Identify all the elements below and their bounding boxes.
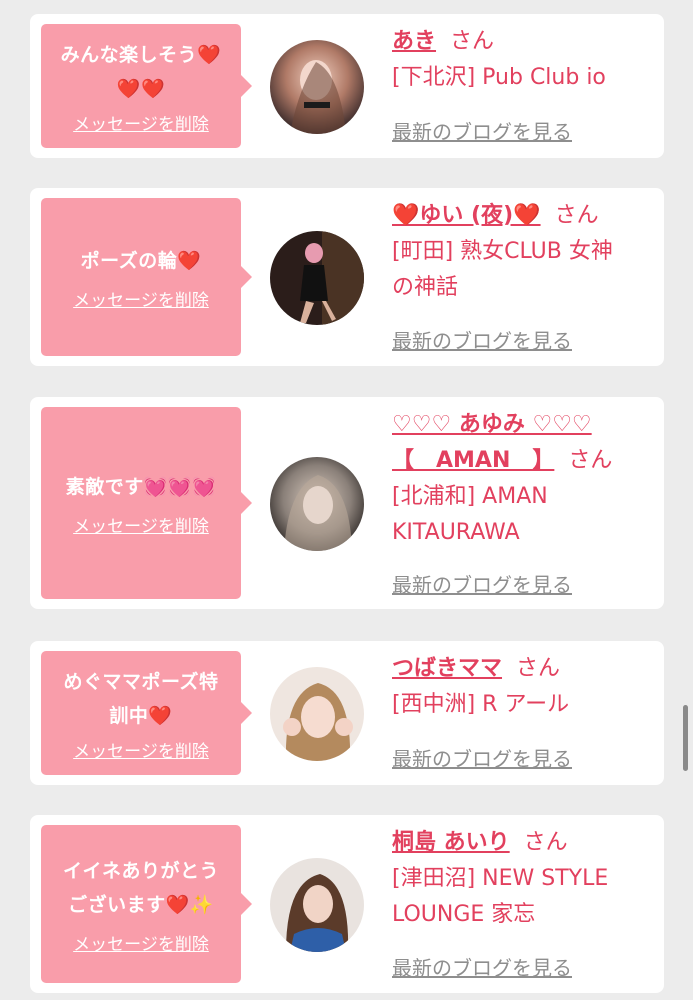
message-text: イイネありがとう ございます❤️✨ — [62, 859, 219, 916]
message-bubble: イイネありがとう ございます❤️✨ メッセージを削除 — [41, 825, 252, 983]
avatar[interactable] — [270, 667, 364, 761]
delete-message-link[interactable]: メッセージを削除 — [73, 737, 209, 762]
honorific: さん — [516, 656, 561, 681]
message-bubble: ポーズの輪❤️ メッセージを削除 — [41, 198, 252, 356]
message-card: めぐママポーズ特 訓中❤️ メッセージを削除 つばきママ さん [西中洲] R ア… — [30, 641, 664, 785]
message-text: みんな楽しそう❤️ ❤️❤️ — [60, 43, 222, 100]
latest-blog-link[interactable]: 最新のブログを見る — [392, 116, 572, 145]
scrollbar-thumb[interactable] — [683, 705, 688, 771]
avatar-photo — [270, 858, 364, 952]
honorific: さん — [450, 29, 495, 54]
cast-name-line: ❤️ゆい (夜)❤️ さん — [392, 198, 660, 234]
cast-info: あき さん [下北沢] Pub Club io — [392, 24, 660, 96]
latest-blog-link[interactable]: 最新のブログを見る — [392, 743, 572, 772]
message-bubble: めぐママポーズ特 訓中❤️ メッセージを削除 — [41, 651, 252, 775]
honorific: さん — [554, 203, 599, 228]
message-text: めぐママポーズ特 訓中❤️ — [63, 670, 219, 727]
shop-name: [下北沢] Pub Club io — [392, 65, 606, 90]
avatar-photo — [270, 667, 364, 761]
message-text: ポーズの輪❤️ — [80, 249, 202, 272]
message-bubble: 素敵です💓💓💓 メッセージを削除 — [41, 407, 252, 599]
delete-message-link[interactable]: メッセージを削除 — [73, 930, 209, 955]
cast-info: つばきママ さん [西中洲] R アール — [392, 651, 660, 723]
cast-name-link[interactable]: ❤️ゆい (夜)❤️ — [392, 203, 541, 228]
cast-name-line: あき さん — [392, 24, 660, 60]
cast-name-link[interactable]: つばきママ — [392, 656, 502, 681]
avatar[interactable] — [270, 858, 364, 952]
message-card: みんな楽しそう❤️ ❤️❤️ メッセージを削除 あき さん [下北沢] Pub C… — [30, 14, 664, 158]
avatar-photo — [270, 231, 364, 325]
message-text: 素敵です💓💓💓 — [65, 475, 217, 498]
cast-info: ❤️ゆい (夜)❤️ さん [町田] 熟女CLUB 女神 の神話 — [392, 198, 660, 306]
delete-message-link[interactable]: メッセージを削除 — [73, 512, 209, 537]
message-card: ポーズの輪❤️ メッセージを削除 ❤️ゆい (夜)❤️ さん [町田] 熟女CLU… — [30, 188, 664, 366]
avatar[interactable] — [270, 231, 364, 325]
delete-message-link[interactable]: メッセージを削除 — [73, 286, 209, 311]
cast-info: 桐島 あいり さん [津田沼] NEW STYLE LOUNGE 家忘 — [392, 825, 660, 933]
cast-name-link[interactable]: 桐島 あいり — [392, 830, 510, 855]
cast-name-line: つばきママ さん — [392, 651, 660, 687]
cast-name-link[interactable]: 【 AMAN 】 — [392, 448, 554, 473]
cast-name-link[interactable]: ♡♡♡ あゆみ ♡♡♡ — [392, 412, 592, 437]
cast-info: ♡♡♡ あゆみ ♡♡♡ 【 AMAN 】さん [北浦和] AMAN KITAUR… — [392, 407, 660, 551]
latest-blog-link[interactable]: 最新のブログを見る — [392, 325, 572, 354]
cast-name-line: ♡♡♡ あゆみ ♡♡♡ — [392, 407, 660, 443]
cast-name-line: 【 AMAN 】さん — [392, 443, 660, 479]
message-card: イイネありがとう ございます❤️✨ メッセージを削除 桐島 あいり さん [津田沼… — [30, 815, 664, 993]
shop-name: [北浦和] AMAN KITAURAWA — [392, 484, 548, 545]
honorific: さん — [568, 448, 613, 473]
avatar[interactable] — [270, 457, 364, 551]
avatar-photo — [270, 40, 364, 134]
cast-name-line: 桐島 あいり さん — [392, 825, 660, 861]
avatar-photo — [270, 457, 364, 551]
message-card: 素敵です💓💓💓 メッセージを削除 ♡♡♡ あゆみ ♡♡♡ 【 AMAN 】さん … — [30, 397, 664, 609]
honorific: さん — [523, 830, 568, 855]
message-bubble: みんな楽しそう❤️ ❤️❤️ メッセージを削除 — [41, 24, 252, 148]
shop-name: [町田] 熟女CLUB 女神 の神話 — [392, 239, 613, 300]
delete-message-link[interactable]: メッセージを削除 — [73, 110, 209, 135]
latest-blog-link[interactable]: 最新のブログを見る — [392, 569, 572, 598]
avatar[interactable] — [270, 40, 364, 134]
shop-name: [津田沼] NEW STYLE LOUNGE 家忘 — [392, 866, 609, 927]
shop-name: [西中洲] R アール — [392, 692, 570, 717]
latest-blog-link[interactable]: 最新のブログを見る — [392, 952, 572, 981]
cast-name-link[interactable]: あき — [392, 29, 436, 54]
